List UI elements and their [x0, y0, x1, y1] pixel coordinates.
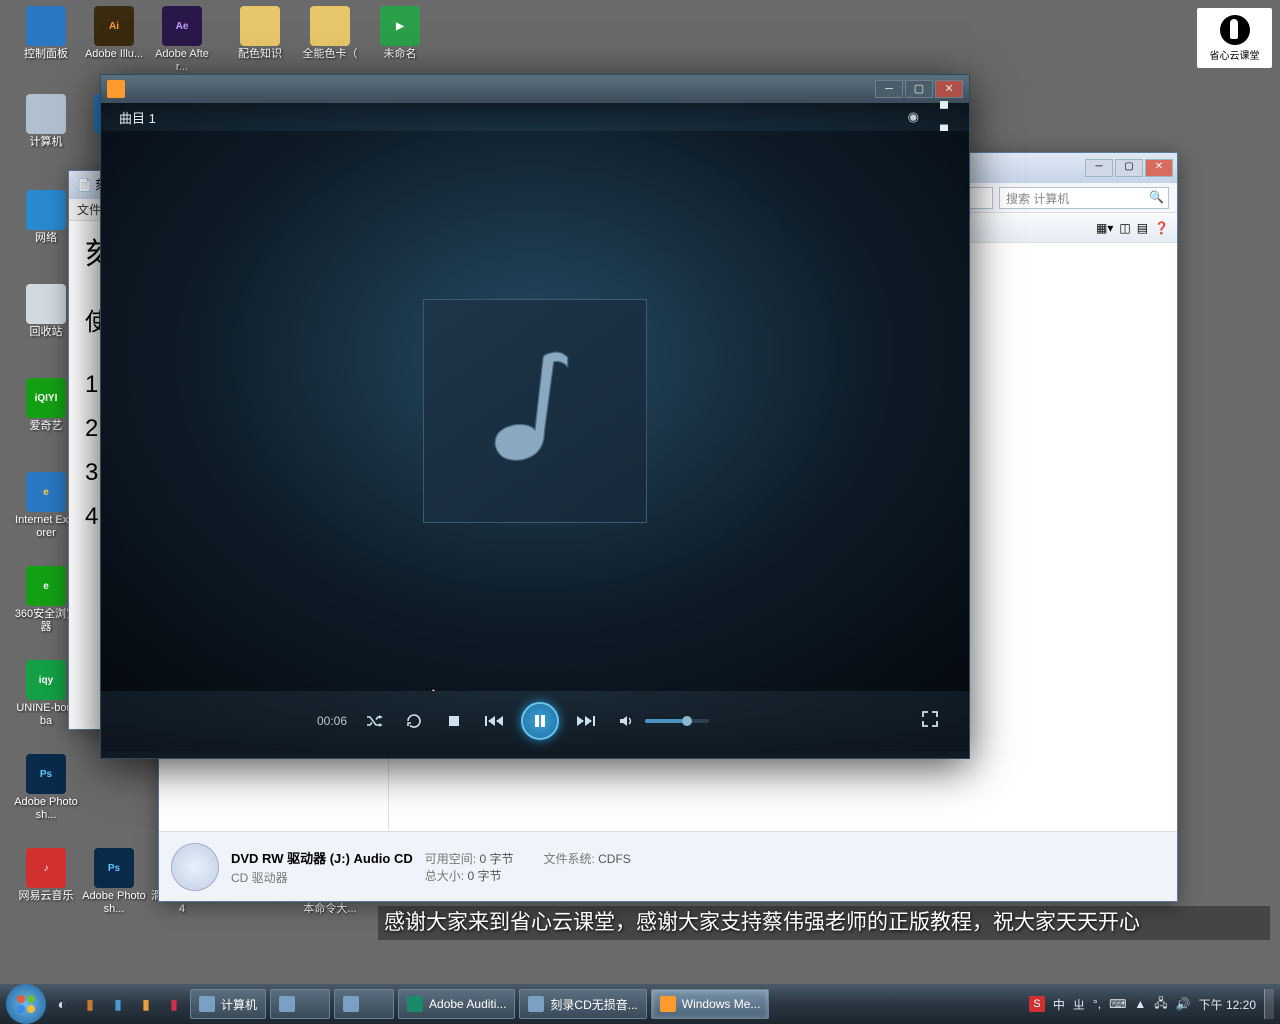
search-input[interactable]: 搜索 计算机🔍	[999, 187, 1169, 209]
view-icon[interactable]: ▤	[1137, 221, 1148, 235]
maximize-button[interactable]: ▢	[905, 80, 933, 98]
desktop-icon[interactable]: 全能色卡（	[298, 6, 362, 61]
player-controls: 00:06	[101, 691, 969, 751]
repeat-button[interactable]	[401, 708, 427, 734]
pinned-icon[interactable]: ▮	[78, 992, 102, 1016]
pinned-icon[interactable]: ▮	[134, 992, 158, 1016]
desktop-icon[interactable]: AiAdobe Illu...	[82, 6, 146, 61]
taskbar-task[interactable]: Adobe Auditi...	[398, 989, 515, 1019]
desktop-icon[interactable]: ▶未命名	[368, 6, 432, 61]
disc-icon[interactable]: ◉	[908, 109, 919, 125]
classroom-logo: 省心云课堂	[1197, 8, 1272, 68]
desktop-icon[interactable]: 控制面板	[14, 6, 78, 61]
close-button[interactable]: ✕	[1145, 159, 1173, 177]
tray-flag-icon[interactable]: ▲	[1134, 997, 1146, 1011]
view-icon[interactable]: ▦▾	[1096, 221, 1113, 235]
ime-input-icon[interactable]: ⌨	[1109, 997, 1126, 1011]
shuffle-button[interactable]	[361, 708, 387, 734]
elapsed-time: 00:06	[317, 714, 347, 728]
media-player-window: ─ ▢ ✕ 曲目 1 ◉ ▝▘▗▖ 00:06	[100, 74, 970, 759]
search-icon[interactable]: 🔍	[1149, 190, 1164, 204]
desktop-icon[interactable]: ♪网易云音乐	[14, 848, 78, 903]
ime-icon[interactable]: S	[1029, 996, 1045, 1012]
clock[interactable]: 下午 12:20	[1199, 996, 1256, 1013]
previous-button[interactable]	[481, 708, 507, 734]
desktop-icon[interactable]: 配色知识	[228, 6, 292, 61]
wmp-logo-icon	[107, 80, 125, 98]
music-note-icon	[475, 341, 595, 481]
track-title: 曲目 1	[119, 108, 156, 127]
stop-button[interactable]	[441, 708, 467, 734]
taskbar: ◐ ▮ ▮ ▮ ▮ 计算机 Adobe Auditi...刻录CD无损音...Wi…	[0, 984, 1280, 1024]
wmp-titlebar[interactable]: ─ ▢ ✕	[101, 75, 969, 103]
ime-mode[interactable]: ㄓ	[1073, 996, 1085, 1013]
album-art-placeholder	[423, 299, 647, 523]
desktop-icon[interactable]: PsAdobe Photosh...	[14, 754, 78, 822]
minimize-button[interactable]: ─	[1085, 159, 1113, 177]
pinned-icon[interactable]: ▮	[106, 992, 130, 1016]
start-button[interactable]	[6, 984, 46, 1024]
close-button[interactable]: ✕	[935, 80, 963, 98]
minimize-button[interactable]: ─	[875, 80, 903, 98]
volume-icon[interactable]: 🔊	[1176, 997, 1191, 1011]
ime-punct-icon[interactable]: °,	[1093, 997, 1101, 1011]
pinned-icon[interactable]: ▮	[162, 992, 186, 1016]
volume-slider[interactable]	[645, 719, 709, 723]
system-tray: S 中 ㄓ °, ⌨ ▲ 🖧 🔊 下午 12:20	[1029, 989, 1274, 1019]
maximize-button[interactable]: ▢	[1115, 159, 1143, 177]
taskbar-task[interactable]: Windows Me...	[651, 989, 770, 1019]
show-desktop-button[interactable]	[1264, 989, 1274, 1019]
taskbar-task[interactable]	[334, 989, 394, 1019]
taskbar-task[interactable]: 刻录CD无损音...	[519, 989, 646, 1019]
desktop-icon[interactable]: 计算机	[14, 94, 78, 149]
fullscreen-button[interactable]	[921, 710, 939, 733]
taskbar-task[interactable]: 计算机	[190, 989, 266, 1019]
mute-button[interactable]	[613, 708, 639, 734]
network-icon[interactable]: 🖧	[1154, 994, 1167, 1015]
desktop-icon[interactable]: PsAdobe Photosh...	[82, 848, 146, 916]
taskbar-task[interactable]	[270, 989, 330, 1019]
desktop-icon[interactable]: AeAdobe After...	[150, 6, 214, 74]
visualization-area	[101, 131, 969, 691]
disc-icon	[171, 843, 219, 891]
help-icon[interactable]: ❓	[1154, 221, 1169, 235]
play-pause-button[interactable]	[521, 702, 559, 740]
view-icon[interactable]: ◫	[1119, 221, 1130, 235]
video-subtitle: 感谢大家来到省心云课堂，感谢大家支持蔡伟强老师的正版教程，祝大家天天开心	[378, 906, 1270, 940]
explorer-details-pane: DVD RW 驱动器 (J:) Audio CD CD 驱动器 可用空间: 0 …	[159, 831, 1177, 901]
selected-title: DVD RW 驱动器 (J:) Audio CD	[231, 848, 413, 867]
expand-icon[interactable]: ▝▘▗▖	[935, 101, 951, 133]
pinned-icon[interactable]: ◐	[50, 992, 74, 1016]
ime-lang[interactable]: 中	[1053, 996, 1065, 1013]
next-button[interactable]	[573, 708, 599, 734]
